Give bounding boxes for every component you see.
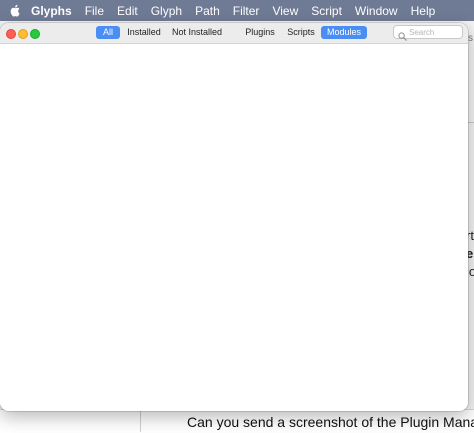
close-window-button[interactable] bbox=[6, 29, 16, 39]
background-caption: Can you send a screenshot of the Plugin … bbox=[187, 414, 474, 430]
window-toolbar: All Installed Not Installed Plugins Scri… bbox=[0, 23, 468, 44]
tab-not-installed[interactable]: Not Installed bbox=[170, 26, 224, 39]
menu-path[interactable]: Path bbox=[195, 4, 220, 18]
menu-bar: Glyphs File Edit Glyph Path Filter View … bbox=[0, 0, 474, 21]
menu-glyphs[interactable]: Glyphs bbox=[31, 4, 72, 18]
tab-all[interactable]: All bbox=[96, 26, 120, 39]
background-text-fragment: s bbox=[468, 33, 473, 44]
menu-view[interactable]: View bbox=[272, 4, 298, 18]
zoom-window-button[interactable] bbox=[30, 29, 40, 39]
menu-window[interactable]: Window bbox=[355, 4, 398, 18]
tab-plugins[interactable]: Plugins bbox=[243, 26, 277, 39]
menu-script[interactable]: Script bbox=[311, 4, 342, 18]
tab-modules[interactable]: Modules bbox=[321, 26, 367, 39]
search-input[interactable] bbox=[409, 26, 461, 38]
minimize-window-button[interactable] bbox=[18, 29, 28, 39]
background-divider bbox=[468, 122, 474, 123]
menu-filter[interactable]: Filter bbox=[233, 4, 260, 18]
menu-edit[interactable]: Edit bbox=[117, 4, 138, 18]
menu-glyph[interactable]: Glyph bbox=[151, 4, 182, 18]
menu-file[interactable]: File bbox=[85, 4, 104, 18]
search-icon bbox=[398, 28, 407, 41]
plugin-manager-window: All Installed Not Installed Plugins Scri… bbox=[0, 23, 468, 411]
search-field[interactable] bbox=[393, 25, 463, 41]
apple-icon[interactable] bbox=[10, 4, 22, 18]
plugin-list-area[interactable] bbox=[0, 44, 468, 411]
background-divider bbox=[140, 409, 141, 432]
menu-help[interactable]: Help bbox=[411, 4, 436, 18]
tab-scripts[interactable]: Scripts bbox=[284, 26, 318, 39]
tab-installed[interactable]: Installed bbox=[126, 26, 162, 39]
